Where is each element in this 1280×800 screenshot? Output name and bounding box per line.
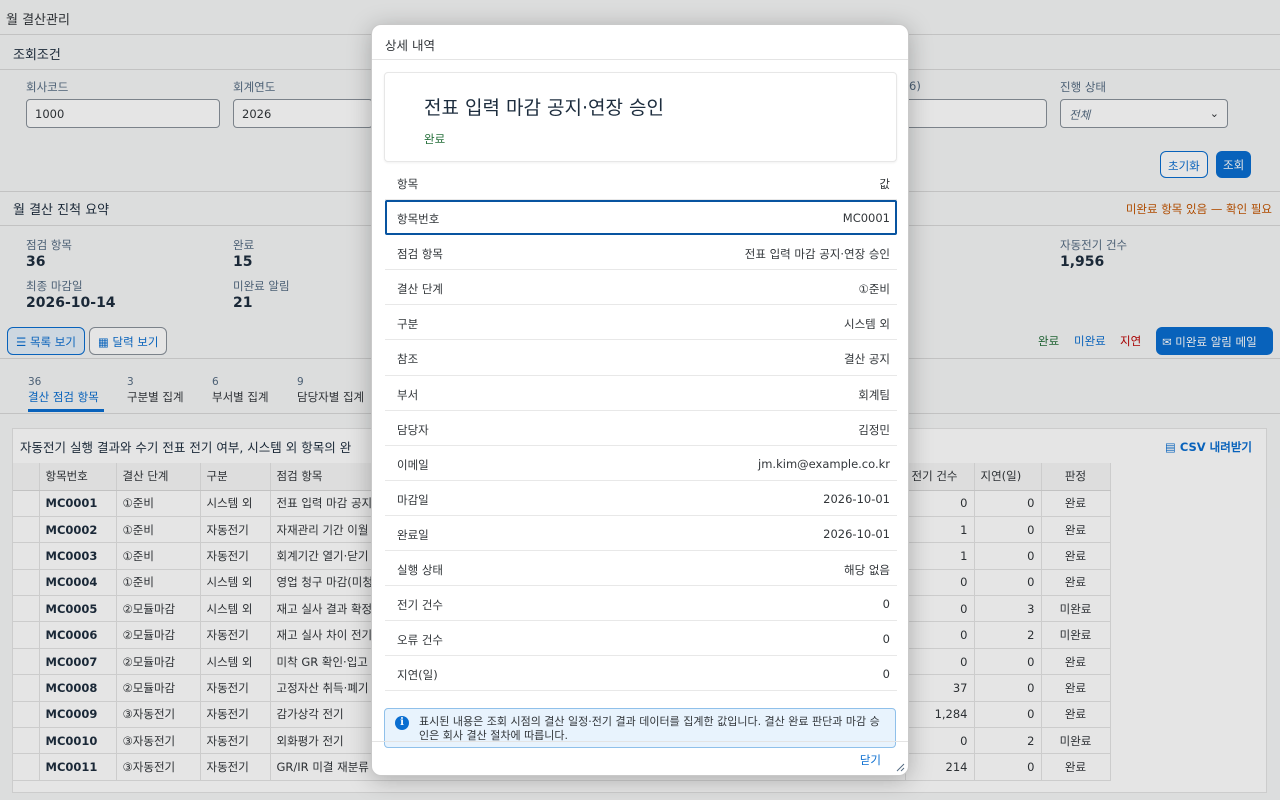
info-message-text: 표시된 내용은 조회 시점의 결산 일정·전기 결과 데이터를 집계한 값입니다… (419, 715, 880, 742)
detail-value: 0 (882, 632, 890, 647)
detail-value: 회계팀 (858, 387, 890, 402)
detail-value: ①준비 (858, 282, 890, 297)
detail-row[interactable]: 점검 항목 전표 입력 마감 공지·연장 승인 (385, 235, 897, 271)
detail-key: 결산 단계 (397, 282, 443, 297)
detail-row[interactable]: 이메일 jm.kim@example.co.kr (385, 446, 897, 481)
detail-key: 점검 항목 (397, 247, 443, 262)
detail-row[interactable]: 구분 시스템 외 (385, 305, 897, 341)
detail-value: 김정민 (858, 422, 890, 437)
detail-row[interactable]: 부서 회계팀 (385, 376, 897, 411)
detail-value: 해당 없음 (844, 563, 890, 578)
detail-key: 담당자 (397, 422, 429, 437)
divider (372, 59, 908, 60)
info-message-strip: i 표시된 내용은 조회 시점의 결산 일정·전기 결과 데이터를 집계한 값입… (384, 708, 896, 748)
detail-value: 시스템 외 (844, 317, 890, 332)
detail-value: 0 (882, 597, 890, 612)
detail-key: 부서 (397, 387, 419, 402)
detail-dialog: 상세 내역 전표 입력 마감 공지·연장 승인 완료 항목 값 항목번호 MC00… (371, 24, 909, 776)
detail-value: 결산 공지 (844, 352, 890, 367)
detail-row[interactable]: 참조 결산 공지 (385, 340, 897, 376)
detail-key: 참조 (397, 352, 419, 367)
detail-value: jm.kim@example.co.kr (758, 456, 890, 471)
detail-row[interactable]: 전기 건수 0 (385, 586, 897, 622)
detail-list-header: 항목 값 (385, 165, 897, 201)
detail-key: 구분 (397, 317, 419, 332)
info-icon: i (395, 716, 409, 730)
detail-value: 2026-10-01 (823, 526, 890, 541)
detail-key: 항목번호 (397, 212, 440, 227)
detail-value: 전표 입력 마감 공지·연장 승인 (744, 247, 890, 262)
detail-key: 완료일 (397, 527, 429, 542)
detail-row[interactable]: 담당자 김정민 (385, 411, 897, 446)
resize-handle-icon[interactable] (895, 762, 905, 772)
detail-list: 항목 값 항목번호 MC0001 점검 항목 전표 입력 마감 공지·연장 승인결산 … (385, 165, 897, 692)
detail-row[interactable]: 오류 건수 0 (385, 621, 897, 657)
detail-value: 0 (882, 667, 890, 682)
object-title: 전표 입력 마감 공지·연장 승인 (424, 97, 664, 119)
dialog-title: 상세 내역 (385, 38, 435, 53)
detail-key: 전기 건수 (397, 598, 443, 613)
detail-value: MC0001 (842, 211, 890, 226)
detail-key: 오류 건수 (397, 633, 443, 648)
detail-key: 실행 상태 (397, 563, 443, 578)
detail-row[interactable]: 마감일 2026-10-01 (385, 481, 897, 516)
detail-value: 2026-10-01 (823, 491, 890, 506)
close-button[interactable]: 닫기 (860, 752, 881, 768)
detail-key: 이메일 (397, 457, 429, 472)
divider (372, 741, 908, 742)
detail-value-header: 값 (879, 177, 890, 191)
detail-row[interactable]: 결산 단계 ①준비 (385, 270, 897, 306)
object-header: 전표 입력 마감 공지·연장 승인 완료 (384, 72, 897, 162)
object-status: 완료 (424, 132, 446, 146)
detail-row[interactable]: 완료일 2026-10-01 (385, 516, 897, 552)
detail-key-header: 항목 (397, 177, 419, 191)
detail-key: 마감일 (397, 492, 429, 507)
detail-key: 지연(일) (397, 668, 438, 683)
detail-row[interactable]: 지연(일) 0 (385, 656, 897, 692)
detail-row[interactable]: 항목번호 MC0001 (385, 200, 897, 236)
detail-row[interactable]: 실행 상태 해당 없음 (385, 551, 897, 587)
